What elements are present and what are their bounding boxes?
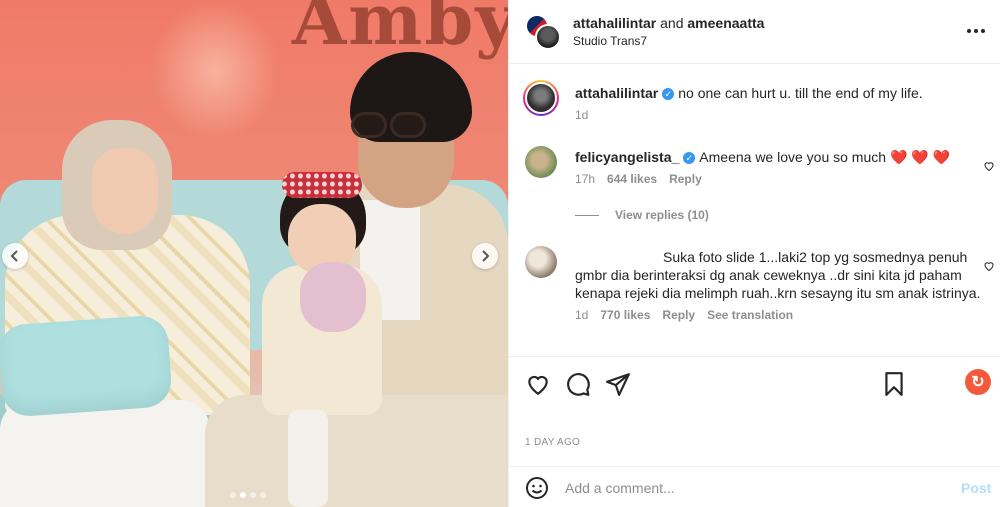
child-legs — [288, 410, 328, 507]
collab-avatars[interactable] — [525, 14, 561, 50]
avatar[interactable] — [535, 24, 561, 50]
reply-button[interactable]: Reply — [662, 308, 695, 322]
comment-icon[interactable] — [565, 371, 591, 397]
post-timestamp[interactable]: 1 DAY AGO — [525, 437, 580, 448]
author-username-1[interactable]: attahalilintar — [573, 15, 656, 31]
comment-username[interactable]: felicyangelista_ — [575, 149, 679, 165]
more-horizontal-icon — [967, 29, 971, 33]
post-photo[interactable]: Ambya — [0, 0, 508, 507]
carousel-dot — [240, 492, 246, 498]
red-heart-emoji-icon: ❤️ ❤️ ❤️ — [889, 149, 951, 165]
chevron-left-icon — [10, 250, 18, 262]
comment-text: no one can hurt u. till the end of my li… — [678, 85, 923, 101]
woman-legs — [0, 400, 210, 507]
verified-badge-icon: ✓ — [683, 152, 696, 164]
comment-text: Ameena we love you so much — [699, 149, 887, 165]
view-replies-label: View replies (10) — [615, 208, 709, 222]
comment-composer: Post — [509, 466, 1000, 507]
glasses-left-lens — [351, 112, 387, 138]
comment-list[interactable]: attahalilintar ✓ no one can hurt u. till t… — [509, 64, 1000, 356]
avatar[interactable] — [525, 246, 557, 278]
carousel-dots — [230, 492, 266, 498]
post-location[interactable]: Studio Trans7 — [573, 34, 647, 48]
authors-joiner: and — [660, 15, 684, 31]
chevron-right-icon — [482, 250, 490, 262]
pillow — [0, 314, 174, 418]
reply-button[interactable]: Reply — [669, 172, 702, 186]
comment-likes[interactable]: 770 likes — [600, 308, 650, 322]
verified-badge-icon: ✓ — [662, 88, 675, 100]
comment-time[interactable]: 17h — [575, 172, 595, 186]
plush-toy — [300, 262, 366, 332]
comment-item: Suka foto slide 1...laki2 top yg sosmedn… — [525, 246, 995, 322]
divider — [575, 214, 599, 216]
woman-face — [92, 148, 158, 234]
view-replies-button[interactable]: View replies (10) — [575, 208, 709, 222]
carousel-dot — [230, 492, 236, 498]
studio-light — [150, 0, 280, 140]
child-headband — [282, 172, 362, 198]
carousel-next-button[interactable] — [472, 243, 498, 269]
avatar[interactable] — [523, 80, 559, 116]
post-comment-button[interactable]: Post — [961, 480, 991, 496]
comment-like-heart-icon[interactable] — [983, 260, 995, 272]
post-header: attahalilintar and ameenaatta Studio Tra… — [509, 0, 1000, 64]
comment-like-heart-icon[interactable] — [983, 160, 995, 172]
comment-time[interactable]: 1d — [575, 108, 588, 122]
heart-icon[interactable] — [525, 371, 551, 397]
carousel-dot — [260, 492, 266, 498]
comment-time[interactable]: 1d — [575, 308, 588, 322]
comment-likes[interactable]: 644 likes — [607, 172, 657, 186]
carousel-prev-button[interactable] — [2, 243, 28, 269]
post-side-panel: attahalilintar and ameenaatta Studio Tra… — [508, 0, 1000, 507]
send-icon[interactable] — [605, 371, 631, 397]
post-actions-bar: ↻ — [509, 356, 1000, 408]
post-authors: attahalilintar and ameenaatta — [573, 15, 764, 31]
bookmark-icon[interactable] — [881, 371, 907, 397]
more-options-button[interactable] — [963, 20, 989, 42]
comment-username[interactable] — [575, 252, 659, 262]
glasses-right-lens — [390, 112, 426, 138]
emoji-icon[interactable] — [525, 476, 549, 500]
author-username-2[interactable]: ameenaatta — [687, 15, 764, 31]
comment-item: felicyangelista_ ✓ Ameena we love you so m… — [525, 146, 995, 186]
avatar[interactable] — [525, 146, 557, 178]
comment-username[interactable]: attahalilintar — [575, 85, 658, 101]
caption-comment: attahalilintar ✓ no one can hurt u. till t… — [523, 80, 995, 122]
comment-input[interactable] — [565, 477, 945, 499]
carousel-dot — [250, 492, 256, 498]
refresh-icon[interactable]: ↻ — [965, 369, 991, 395]
see-translation-button[interactable]: See translation — [707, 308, 793, 322]
